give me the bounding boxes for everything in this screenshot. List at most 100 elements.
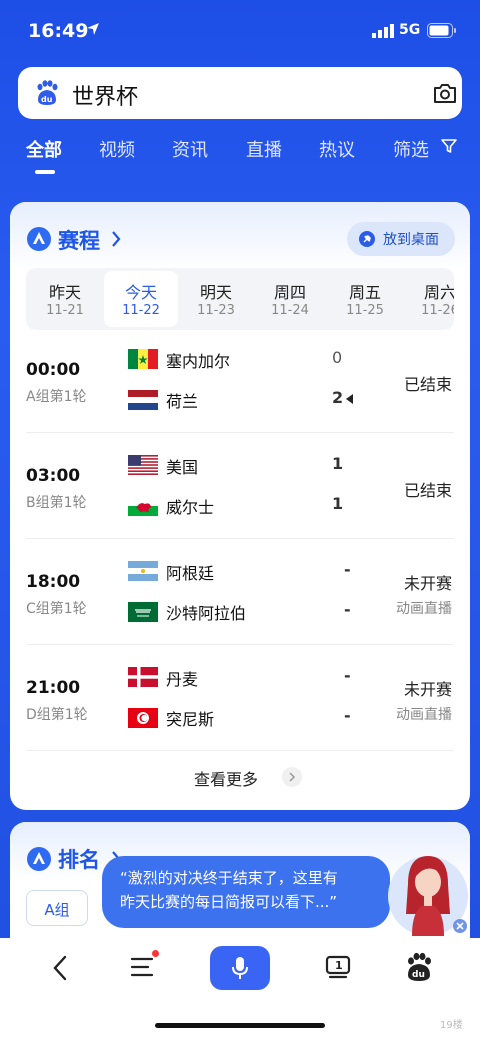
home-indicator [155, 1023, 325, 1028]
home-team-name: 丹麦 [166, 670, 199, 689]
view-more-arrow[interactable] [282, 767, 302, 787]
tab-live[interactable]: 直播 [246, 136, 282, 162]
active-tab-indicator [35, 170, 55, 174]
date-tab-date: 11-22 [122, 303, 160, 318]
denmark-flag-icon [128, 667, 158, 687]
group-a-tab[interactable]: A组 [26, 890, 88, 926]
schedule-logo-icon [27, 227, 51, 251]
status-bar: 16:49 5G [0, 0, 480, 60]
home-score: - [344, 666, 351, 685]
argentina-flag-icon [128, 561, 158, 581]
date-tab[interactable]: 周五 11-25 [329, 268, 401, 330]
home-score: 1 [332, 454, 344, 473]
bubble-line: “激烈的对决终于结束了，这里有 [120, 869, 338, 887]
away-team-name: 沙特阿拉伯 [166, 604, 247, 623]
saudi-arabia-flag-icon [128, 602, 158, 622]
date-selector: 昨天 11-21 今天 11-22 明天 11-23 周四 11-24 周五 11-25 … [26, 268, 454, 330]
winner-marker-icon [346, 394, 353, 404]
usa-flag-icon [128, 455, 158, 475]
date-tab-date: 11-21 [46, 303, 84, 318]
location-arrow-icon [87, 23, 99, 35]
svg-text:1: 1 [335, 959, 343, 972]
match-group: C组第1轮 [26, 601, 87, 617]
home-score: - [344, 560, 351, 579]
match-group: D组第1轮 [26, 707, 88, 723]
baidu-paw-icon[interactable]: du [404, 952, 434, 982]
filter-icon[interactable] [440, 137, 458, 155]
away-score: 1 [332, 494, 344, 513]
date-tab-date: 11-25 [346, 303, 384, 318]
assistant-avatar[interactable] [386, 844, 470, 936]
signal-icon [372, 24, 394, 38]
home-team-name: 塞内加尔 [166, 352, 231, 371]
date-tab-date: 11-26 [421, 303, 454, 318]
date-tab-week: 昨天 [48, 283, 81, 302]
match-time: 00:00 [26, 360, 81, 380]
date-tab[interactable]: 明天 11-23 [180, 268, 252, 330]
animated-live-link[interactable]: 动画直播 [396, 598, 452, 618]
date-tab-week: 周五 [348, 283, 381, 302]
match-row[interactable]: 18:00 C组第1轮 阿根廷 - 沙特阿拉伯 - 未开赛 动画直播 [10, 550, 470, 656]
away-score: - [344, 706, 351, 725]
pin-icon [359, 231, 375, 247]
match-row[interactable]: 21:00 D组第1轮 丹麦 - 突尼斯 - 未开赛 动画直播 [10, 656, 470, 762]
ranking-title[interactable]: 排名 [58, 844, 100, 874]
date-tab-week: 明天 [199, 283, 232, 302]
microphone-icon [232, 957, 248, 979]
voice-search-button[interactable] [210, 946, 270, 990]
schedule-card: 赛程 放到桌面 昨天 11-21 今天 11-22 明天 11-23 周四 11-24 … [10, 202, 470, 810]
match-group: A组第1轮 [26, 389, 87, 405]
notification-dot [152, 950, 159, 957]
row-divider [26, 538, 454, 539]
svg-text:19楼: 19楼 [440, 1018, 463, 1031]
animated-live-link[interactable]: 动画直播 [396, 704, 452, 724]
ranking-logo-icon [27, 847, 51, 871]
match-status: 未开赛 [403, 680, 452, 699]
match-time: 21:00 [26, 678, 81, 698]
home-team-name: 阿根廷 [166, 564, 215, 583]
date-tab-week: 今天 [124, 283, 157, 302]
match-status: 未开赛 [403, 574, 452, 593]
match-row[interactable]: 00:00 A组第1轮 塞内加尔 0 荷兰 2 已结束 [10, 338, 470, 444]
date-tab[interactable]: 昨天 11-21 [29, 268, 101, 330]
svg-text:du: du [41, 95, 53, 104]
tab-all[interactable]: 全部 [26, 136, 62, 162]
chevron-right-icon[interactable] [110, 229, 122, 249]
senegal-flag-icon [128, 349, 158, 369]
date-tab-date: 11-24 [271, 303, 309, 318]
tabs-count-icon[interactable]: 1 [324, 954, 352, 982]
back-icon[interactable] [50, 954, 70, 982]
schedule-title[interactable]: 赛程 [58, 225, 100, 255]
date-tab-week: 周六 [423, 283, 454, 302]
away-team-name: 荷兰 [166, 392, 199, 411]
camera-icon[interactable] [432, 80, 458, 106]
battery-icon [427, 23, 456, 38]
row-divider [26, 432, 454, 433]
tab-news[interactable]: 资讯 [172, 136, 208, 162]
assistant-message-bubble[interactable]: “激烈的对决终于结束了，这里有 昨天比赛的每日简报可以看下...” [102, 856, 390, 928]
pin-to-desktop-button[interactable]: 放到桌面 [347, 222, 455, 256]
date-tab-week: 周四 [273, 283, 306, 302]
date-tab[interactable]: 周四 11-24 [254, 268, 326, 330]
baidu-logo-icon: du [37, 80, 58, 105]
network-label: 5G [399, 22, 421, 38]
tab-discussion[interactable]: 热议 [319, 136, 355, 162]
date-tab-selected[interactable]: 今天 11-22 [104, 271, 178, 327]
home-team-name: 美国 [166, 458, 199, 477]
away-score: 2 [332, 388, 344, 407]
svg-text:du: du [412, 970, 425, 980]
search-bar[interactable]: du 世界杯 [18, 67, 462, 119]
pin-label: 放到桌面 [383, 232, 439, 248]
tunisia-flag-icon [128, 708, 158, 728]
away-team-name: 威尔士 [166, 498, 215, 517]
menu-icon[interactable] [130, 956, 154, 978]
date-tab-date: 11-23 [197, 303, 235, 318]
tab-filter[interactable]: 筛选 [393, 136, 429, 162]
view-more-link[interactable]: 查看更多 [194, 766, 258, 790]
tab-video[interactable]: 视频 [99, 136, 135, 162]
match-row[interactable]: 03:00 B组第1轮 美国 1 威尔士 1 已结束 [10, 444, 470, 550]
match-status: 已结束 [403, 481, 452, 500]
search-query[interactable]: 世界杯 [72, 79, 138, 111]
date-tab[interactable]: 周六11-26 [404, 268, 454, 330]
away-team-name: 突尼斯 [166, 710, 215, 729]
